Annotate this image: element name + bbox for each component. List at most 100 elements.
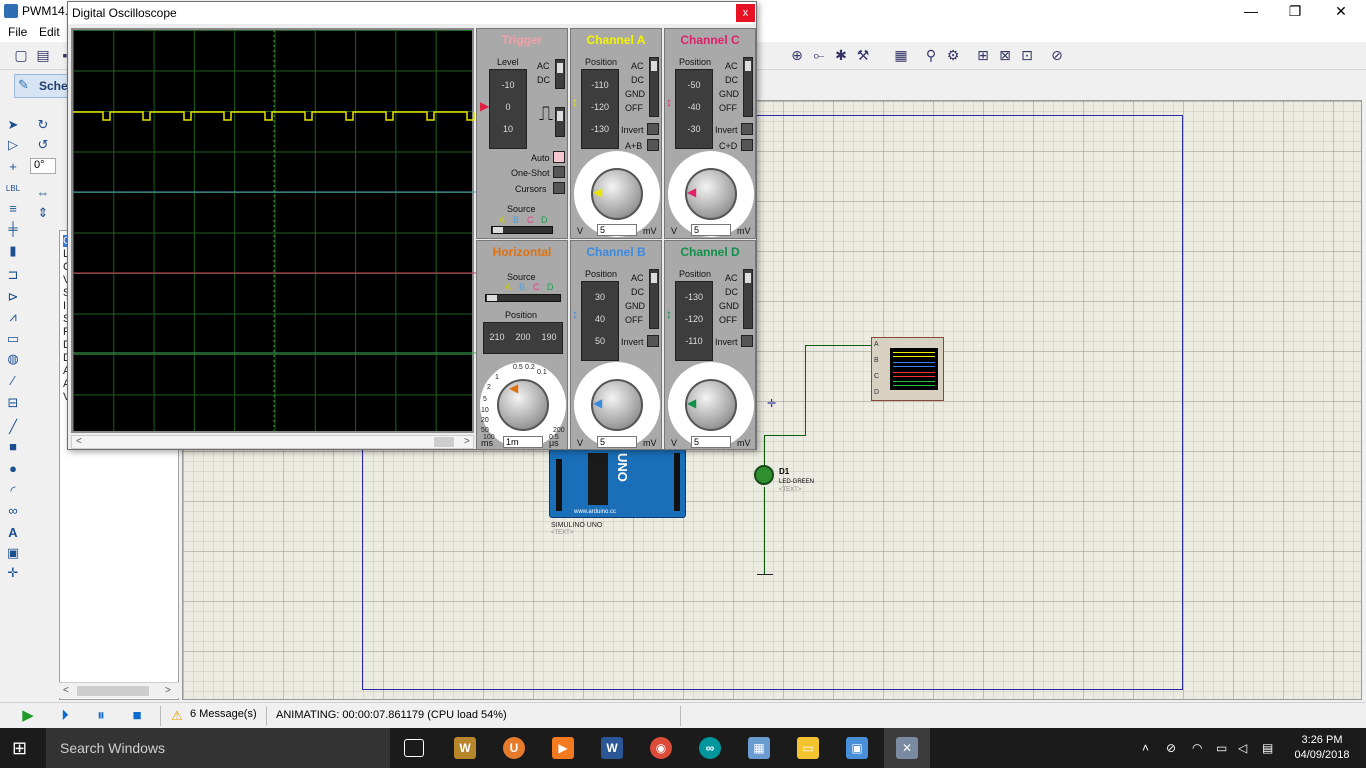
channel-a-position-slider[interactable]: -110 -120 -130	[581, 69, 619, 149]
taskbar-clock[interactable]: 3:26 PM 04/09/2018	[1290, 733, 1354, 763]
bus-icon[interactable]: ╪	[4, 220, 22, 238]
component-mode-icon[interactable]: ▷	[4, 136, 22, 154]
channel-d-mode-switch[interactable]	[743, 269, 753, 329]
channel-b-position-slider[interactable]: 30 40 50	[581, 281, 619, 361]
media-player-icon[interactable]: ▶	[552, 737, 574, 759]
scroll-left-icon[interactable]: <	[63, 685, 69, 696]
channel-c-invert-button[interactable]	[741, 123, 753, 135]
trigger-level-slider[interactable]: -10 0 10	[489, 69, 527, 149]
channel-d-position-slider[interactable]: -130 -120 -110	[675, 281, 713, 361]
step-button[interactable]: ⏵	[56, 707, 74, 725]
arc-tool-icon[interactable]: ◜	[4, 482, 22, 500]
device-letter[interactable]: I	[63, 300, 66, 312]
property-tool-icon[interactable]: ⚒	[854, 46, 872, 64]
timebase-knob[interactable]	[497, 379, 549, 431]
bom-icon[interactable]: ⊘	[1048, 46, 1066, 64]
trigger-source-slider[interactable]	[491, 226, 553, 234]
new-file-icon[interactable]: ▢	[12, 46, 30, 64]
pin-icon[interactable]: ⊳	[4, 288, 22, 306]
channel-c-mode-switch[interactable]	[743, 57, 753, 117]
graph-icon[interactable]: ⩘	[4, 308, 22, 326]
chrome-icon[interactable]: ◉	[650, 737, 672, 759]
mirror-horizontal-icon[interactable]: ⇔	[34, 184, 52, 202]
text-tool-icon[interactable]: A	[4, 524, 22, 542]
line-tool-icon[interactable]: ╱	[4, 418, 22, 436]
channel-a-invert-button[interactable]	[647, 123, 659, 135]
mirror-vertical-icon[interactable]: ⇕	[34, 204, 52, 222]
search-tag-icon[interactable]: ✱	[832, 46, 850, 64]
tray-chevron-icon[interactable]: ˄	[1142, 741, 1149, 755]
file-explorer-icon[interactable]: ▭	[797, 737, 819, 759]
wire-label-icon[interactable]: LBL	[4, 180, 22, 198]
path-tool-icon[interactable]: ∞	[4, 502, 22, 520]
auto-button[interactable]	[553, 151, 565, 163]
uc-browser-icon[interactable]: U	[503, 737, 525, 759]
cursors-button[interactable]	[553, 182, 565, 194]
horizontal-position-slider[interactable]: 210 200 190	[483, 322, 563, 354]
volume-icon[interactable]: ◁	[1238, 741, 1247, 755]
tape-icon[interactable]: ▭	[4, 330, 22, 348]
oscilloscope-component[interactable]: A B C D	[871, 337, 944, 401]
marker-tool-icon[interactable]: ✛	[4, 564, 22, 582]
calculator-icon[interactable]: ▦	[748, 737, 770, 759]
box-tool-icon[interactable]: ■	[4, 438, 22, 456]
messages-count[interactable]: 6 Message(s)	[190, 708, 257, 720]
wire-autoroute-icon[interactable]: ⟜	[810, 46, 828, 64]
trigger-edge-switch[interactable]	[555, 107, 565, 137]
channel-b-invert-button[interactable]	[647, 335, 659, 347]
netlist-icon[interactable]: ⊡	[1018, 46, 1036, 64]
wifi-icon[interactable]: ◠	[1192, 741, 1202, 755]
rotate-ccw-icon[interactable]: ↺	[34, 136, 52, 154]
arduino-ide-icon[interactable]: ∞	[699, 737, 721, 759]
one-shot-button[interactable]	[553, 166, 565, 178]
design-explorer-icon[interactable]: ▦	[892, 46, 910, 64]
stop-button[interactable]: ■	[128, 707, 146, 725]
generator-icon[interactable]: ◍	[4, 350, 22, 368]
channel-a-value-field[interactable]: 5	[597, 224, 637, 236]
wps-writer-icon[interactable]: W	[454, 737, 476, 759]
menu-file[interactable]: File	[8, 25, 27, 39]
channel-a-mode-switch[interactable]	[649, 57, 659, 117]
minimize-button[interactable]: —	[1228, 0, 1274, 22]
photos-icon[interactable]: ▣	[846, 737, 868, 759]
taskbar-search[interactable]: Search Windows	[46, 728, 390, 768]
delete-sheet-icon[interactable]: ⊠	[996, 46, 1014, 64]
scope-scroll-thumb[interactable]	[434, 437, 454, 447]
junction-dot-icon[interactable]: +	[4, 158, 22, 176]
rotation-angle-field[interactable]: 0°	[30, 158, 56, 174]
pause-button[interactable]: ⏸	[92, 707, 110, 725]
terminals-icon[interactable]: ⊐	[4, 266, 22, 284]
scroll-thumb[interactable]	[77, 686, 149, 696]
oscilloscope-close-button[interactable]: x	[736, 4, 755, 22]
channel-c-combine-button[interactable]	[741, 139, 753, 151]
menu-edit[interactable]: Edit	[39, 25, 60, 39]
circle-tool-icon[interactable]: ●	[4, 460, 22, 478]
canvas-scrollbar[interactable]	[1362, 100, 1366, 700]
timebase-value-field[interactable]: 1m	[503, 436, 543, 448]
proteus-task-icon[interactable]: ✕	[896, 737, 918, 759]
arduino-uno-component[interactable]: UNO www.arduino.cc	[549, 448, 686, 518]
binoculars-icon[interactable]: ⚲	[922, 46, 940, 64]
task-view-icon[interactable]	[404, 739, 424, 757]
scope-scrollbar[interactable]: < >	[71, 435, 474, 449]
horizontal-source-slider[interactable]	[485, 294, 561, 302]
scroll-right-icon[interactable]: >	[165, 685, 171, 696]
restore-button[interactable]: ❐	[1272, 0, 1318, 22]
channel-b-value-field[interactable]: 5	[597, 436, 637, 448]
channel-c-position-slider[interactable]: -50 -40 -30	[675, 69, 713, 149]
zoom-icon[interactable]: ⊕	[788, 46, 806, 64]
rotate-cw-icon[interactable]: ↻	[34, 116, 52, 134]
notification-icon[interactable]: ▤	[1262, 741, 1273, 755]
symbol-tool-icon[interactable]: ▣	[4, 544, 22, 562]
virtual-instrument-icon[interactable]: ⊟	[4, 394, 22, 412]
network-off-icon[interactable]: ⊘	[1166, 741, 1176, 755]
windows-start-icon[interactable]: ⊞	[12, 738, 32, 758]
open-folder-icon[interactable]: ▤	[34, 46, 52, 64]
word-icon[interactable]: W	[601, 737, 623, 759]
scope-scroll-left-icon[interactable]: <	[76, 436, 82, 447]
close-button[interactable]: ✕	[1318, 0, 1364, 22]
channel-d-value-field[interactable]: 5	[691, 436, 731, 448]
channel-c-value-field[interactable]: 5	[691, 224, 731, 236]
scope-scroll-right-icon[interactable]: >	[464, 436, 470, 447]
channel-b-mode-switch[interactable]	[649, 269, 659, 329]
